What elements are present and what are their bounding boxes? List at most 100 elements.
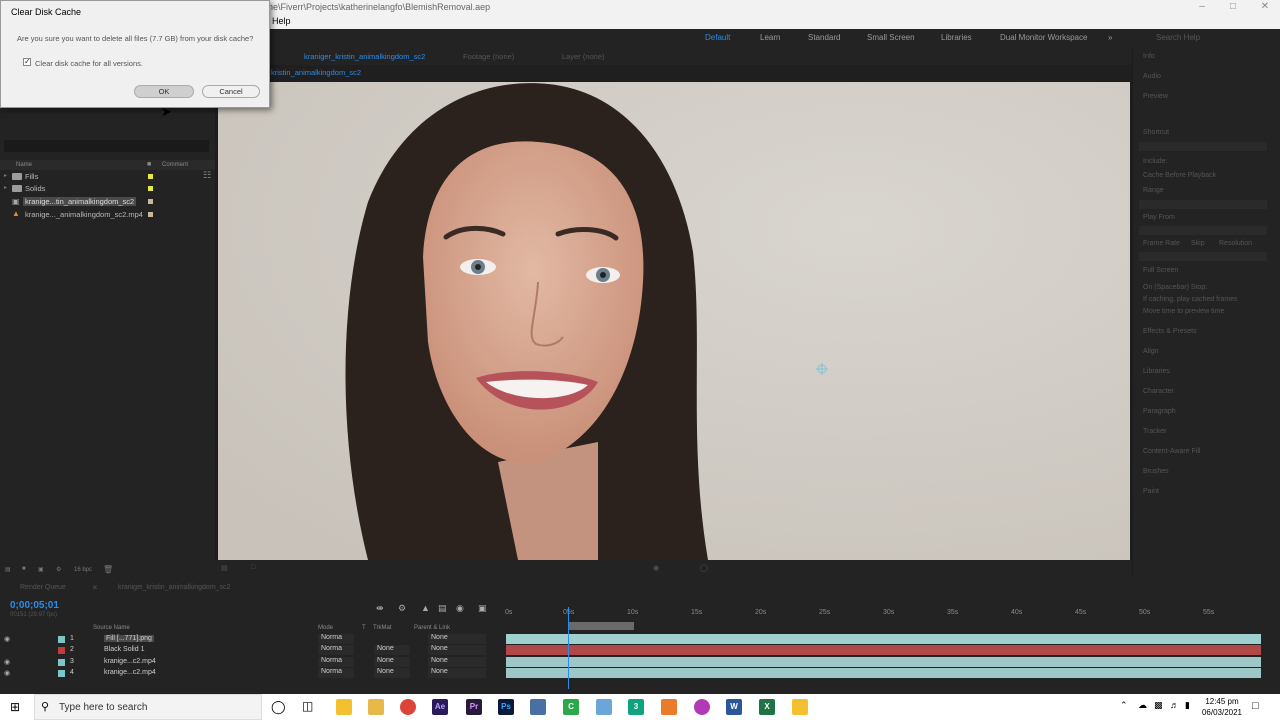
flowchart-icon[interactable]: ☷ bbox=[203, 170, 211, 181]
motion-blur-icon[interactable]: ◉ bbox=[456, 603, 464, 614]
layer-name[interactable]: Fill [...771].png bbox=[104, 635, 154, 642]
column-name[interactable]: Name bbox=[16, 162, 32, 168]
adjust-icon[interactable]: ⚙ bbox=[56, 566, 61, 573]
after-effects-icon[interactable]: Ae bbox=[432, 699, 448, 715]
workspace-overflow-icon[interactable]: » bbox=[1108, 33, 1112, 42]
tab-footage[interactable]: Footage (none) bbox=[463, 52, 514, 61]
layer-label-color[interactable] bbox=[58, 647, 65, 654]
workspace-standard[interactable]: Standard bbox=[808, 33, 840, 42]
layer-parent-select[interactable]: None bbox=[428, 645, 486, 655]
bit-depth-label[interactable]: 16 bpc bbox=[74, 567, 92, 573]
workspace-learn[interactable]: Learn bbox=[760, 33, 780, 42]
comp-flowchart-icon[interactable]: ⇼ bbox=[376, 603, 384, 614]
camtasia-icon[interactable]: C bbox=[563, 699, 579, 715]
project-item-solids[interactable]: ▸ Solids bbox=[0, 183, 215, 195]
layer-row[interactable]: ◉ 1 Fill [...771].png Norma None bbox=[0, 634, 505, 645]
layer-mode-select[interactable]: Norma bbox=[318, 668, 354, 678]
tab-composition[interactable]: kraniger_kristin_animalkingdom_sc2 bbox=[304, 52, 425, 61]
layer-trkmat-select[interactable]: None bbox=[374, 645, 410, 655]
layer-label-color[interactable] bbox=[58, 659, 65, 666]
shy-layers-icon[interactable]: ▲ bbox=[421, 603, 430, 613]
column-source-name[interactable]: Source Name bbox=[93, 625, 130, 631]
new-comp-icon[interactable]: ▣ bbox=[38, 566, 44, 573]
panel-effects-presets[interactable]: Effects & Presets bbox=[1143, 328, 1197, 335]
layer-duration-bar[interactable] bbox=[506, 657, 1261, 667]
reset-exposure-icon[interactable]: ◯ bbox=[700, 564, 708, 572]
label-column-icon[interactable]: ■ bbox=[147, 161, 151, 168]
chrome-icon[interactable] bbox=[400, 699, 416, 715]
always-preview-icon[interactable]: ▤ bbox=[221, 564, 228, 572]
move-time-label[interactable]: Move time to preview time bbox=[1143, 308, 1224, 315]
layer-label-color[interactable] bbox=[58, 636, 65, 643]
composition-viewer[interactable] bbox=[218, 82, 1130, 560]
draft-3d-icon[interactable]: ⚙ bbox=[398, 603, 406, 614]
shortcut-select[interactable] bbox=[1139, 142, 1267, 151]
label-color-swatch[interactable] bbox=[148, 212, 153, 217]
layer-name[interactable]: kranige...c2.mp4 bbox=[104, 669, 156, 676]
system-clock[interactable]: 12:45 pm 06/03/2021 bbox=[1198, 696, 1246, 718]
layer-mode-select[interactable]: Norma bbox=[318, 645, 354, 655]
label-color-swatch[interactable] bbox=[148, 186, 153, 191]
snapshot-icon[interactable]: ◉ bbox=[653, 564, 659, 572]
column-mode[interactable]: Mode bbox=[318, 625, 333, 631]
project-search-input[interactable] bbox=[4, 140, 209, 152]
workspace-dual-monitor[interactable]: Dual Monitor Workspace bbox=[1000, 33, 1087, 42]
panel-paint[interactable]: Paint bbox=[1143, 488, 1159, 495]
start-icon[interactable]: ⊞ bbox=[10, 700, 20, 714]
new-folder-icon[interactable]: ■ bbox=[22, 566, 26, 572]
visibility-eye-icon[interactable]: ◉ bbox=[4, 669, 10, 677]
layer-duration-bar[interactable] bbox=[506, 645, 1261, 655]
layer-parent-select[interactable]: None bbox=[428, 657, 486, 667]
photoshop-icon[interactable]: Ps bbox=[498, 699, 514, 715]
cancel-button[interactable]: Cancel bbox=[202, 85, 260, 98]
ok-button[interactable]: OK bbox=[134, 85, 194, 98]
sticky-notes-active-icon[interactable] bbox=[792, 699, 808, 715]
layer-name[interactable]: Black Solid 1 bbox=[104, 646, 144, 653]
layer-trkmat-select[interactable]: None bbox=[374, 668, 410, 678]
tray-chevron-icon[interactable]: ⌃ bbox=[1120, 700, 1128, 711]
close-tab-icon[interactable]: ✕ bbox=[92, 584, 98, 592]
layer-trkmat-select[interactable]: None bbox=[374, 657, 410, 667]
panel-libraries[interactable]: Libraries bbox=[1143, 368, 1170, 375]
interpret-footage-icon[interactable]: ▤ bbox=[5, 566, 11, 573]
layer-parent-select[interactable]: None bbox=[428, 668, 486, 678]
menu-help[interactable]: Help bbox=[272, 16, 291, 26]
expand-arrow-icon[interactable]: ▸ bbox=[4, 184, 7, 191]
full-screen-label[interactable]: Full Screen bbox=[1143, 267, 1178, 274]
project-item-footage[interactable]: ▲ kranige..._animalkingdom_sc2.mp4 bbox=[0, 209, 215, 221]
column-comment[interactable]: Comment bbox=[162, 162, 188, 168]
close-button[interactable]: ✕ bbox=[1250, 1, 1280, 13]
premiere-pro-icon[interactable]: Pr bbox=[466, 699, 482, 715]
checkbox-label[interactable]: Clear disk cache for all versions. bbox=[35, 59, 143, 68]
panel-info[interactable]: Info bbox=[1143, 53, 1155, 60]
layer-duration-bar[interactable] bbox=[506, 634, 1261, 644]
cortana-icon[interactable]: ◯ bbox=[271, 699, 286, 715]
minimize-button[interactable]: – bbox=[1187, 1, 1217, 13]
tab-layer[interactable]: Layer (none) bbox=[562, 52, 605, 61]
workspace-small-screen[interactable]: Small Screen bbox=[867, 33, 915, 42]
trash-icon[interactable]: 🗑 bbox=[103, 565, 113, 574]
region-of-interest-icon[interactable]: □ bbox=[251, 564, 255, 571]
current-time-display[interactable]: 0;00;05;01 bbox=[10, 600, 59, 611]
volume-icon[interactable]: ♬ bbox=[1170, 700, 1179, 710]
excel-icon[interactable]: X bbox=[759, 699, 775, 715]
panel-character[interactable]: Character bbox=[1143, 388, 1174, 395]
app-icon[interactable] bbox=[596, 699, 612, 715]
file-explorer-icon[interactable] bbox=[368, 699, 384, 715]
work-area-bar[interactable] bbox=[568, 622, 634, 630]
app-3-icon[interactable]: 3 bbox=[628, 699, 644, 715]
layer-label-color[interactable] bbox=[58, 670, 65, 677]
tab-timeline-comp[interactable]: kranigei_kristin_animalkingdom_sc2 bbox=[118, 584, 230, 591]
layer-mode-select[interactable]: Norma bbox=[318, 634, 354, 644]
sticky-notes-icon[interactable] bbox=[336, 699, 352, 715]
frame-rate-select[interactable] bbox=[1139, 252, 1267, 261]
breadcrumb-comp[interactable]: kristin_animalkingdom_sc2 bbox=[271, 68, 361, 77]
tab-render-queue[interactable]: Render Queue bbox=[20, 584, 66, 591]
label-color-swatch[interactable] bbox=[148, 199, 153, 204]
expand-arrow-icon[interactable]: ▸ bbox=[4, 172, 7, 179]
task-view-icon[interactable]: ◫ bbox=[302, 699, 313, 713]
layer-row[interactable]: 2 Black Solid 1 Norma None None bbox=[0, 645, 505, 656]
workspace-default[interactable]: Default bbox=[705, 33, 730, 42]
word-icon[interactable]: W bbox=[726, 699, 742, 715]
current-time-indicator[interactable] bbox=[568, 607, 569, 689]
